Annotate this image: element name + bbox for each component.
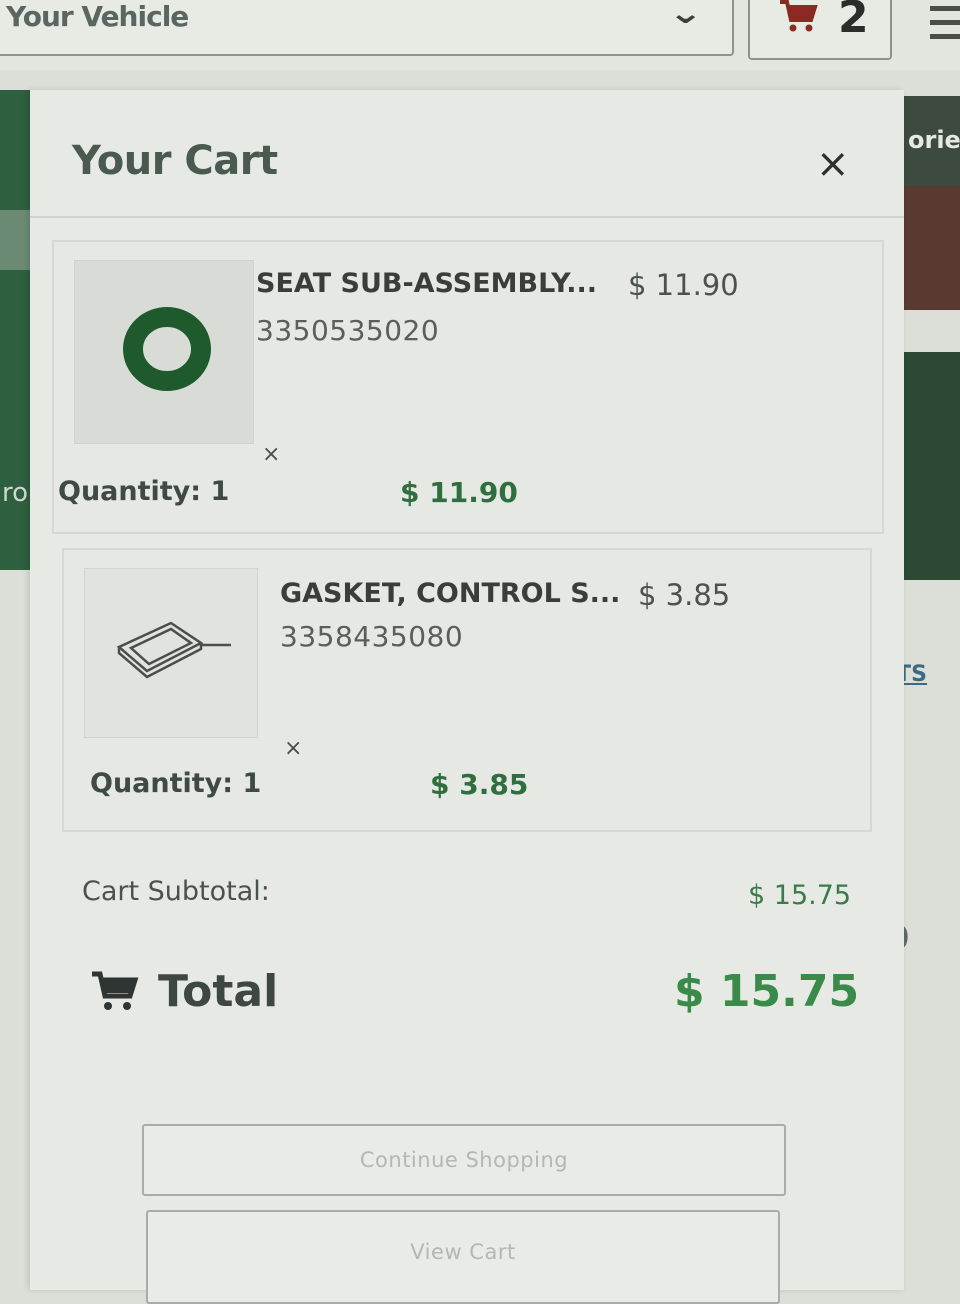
chevron-down-icon: ⌄	[667, 0, 704, 31]
menu-icon[interactable]	[930, 6, 960, 48]
cart-title: Your Cart	[72, 138, 278, 184]
site-header: Your Vehicle ⌄ 2	[0, 0, 960, 70]
cart-item: GASKET, CONTROL S... $ 3.85 3358435080 ×…	[62, 548, 872, 832]
product-sku: 3358435080	[280, 620, 464, 653]
shopping-cart-icon	[780, 0, 818, 32]
background-category-tile: orie	[900, 96, 960, 186]
line-total: $ 3.85	[430, 768, 529, 801]
vehicle-selector-label: Your Vehicle	[6, 0, 189, 33]
subtotal-label: Cart Subtotal:	[82, 876, 270, 907]
line-total: $ 11.90	[400, 476, 518, 509]
continue-shopping-button[interactable]: Continue Shopping	[142, 1124, 786, 1196]
gasket-icon	[116, 621, 231, 679]
quantity-label: Quantity: 1	[90, 768, 262, 799]
product-name[interactable]: SEAT SUB-ASSEMBLY...	[256, 268, 597, 299]
vehicle-selector[interactable]: Your Vehicle ⌄	[0, 0, 734, 56]
background-category-text: orie	[908, 126, 960, 154]
shopping-cart-icon	[92, 971, 139, 1010]
total-label: Total	[158, 966, 279, 1017]
cart-drawer: Your Cart × SEAT SUB-ASSEMBLY... $ 11.90…	[30, 90, 904, 1304]
total-value: $ 15.75	[674, 966, 860, 1017]
divider	[30, 216, 904, 218]
cart-item: SEAT SUB-ASSEMBLY... $ 11.90 3350535020 …	[52, 240, 884, 534]
product-name[interactable]: GASKET, CONTROL S...	[280, 578, 620, 609]
view-cart-button[interactable]: View Cart	[146, 1210, 780, 1304]
product-thumbnail[interactable]	[84, 568, 258, 738]
subtotal-value: $ 15.75	[748, 880, 852, 911]
unit-price: $ 11.90	[628, 268, 739, 302]
remove-item-icon[interactable]: ×	[262, 442, 280, 467]
remove-item-icon[interactable]: ×	[284, 736, 302, 761]
background-product-image	[900, 186, 960, 310]
cart-count-badge: 2	[838, 0, 869, 43]
background-banner-band	[0, 210, 30, 270]
product-thumbnail[interactable]	[74, 260, 254, 444]
unit-price: $ 3.85	[638, 578, 731, 612]
product-sku: 3350535020	[256, 314, 440, 347]
close-icon[interactable]: ×	[816, 144, 850, 184]
quantity-label: Quantity: 1	[58, 476, 230, 507]
o-ring-seat-icon	[123, 307, 211, 391]
cart-button[interactable]: 2	[748, 0, 892, 60]
